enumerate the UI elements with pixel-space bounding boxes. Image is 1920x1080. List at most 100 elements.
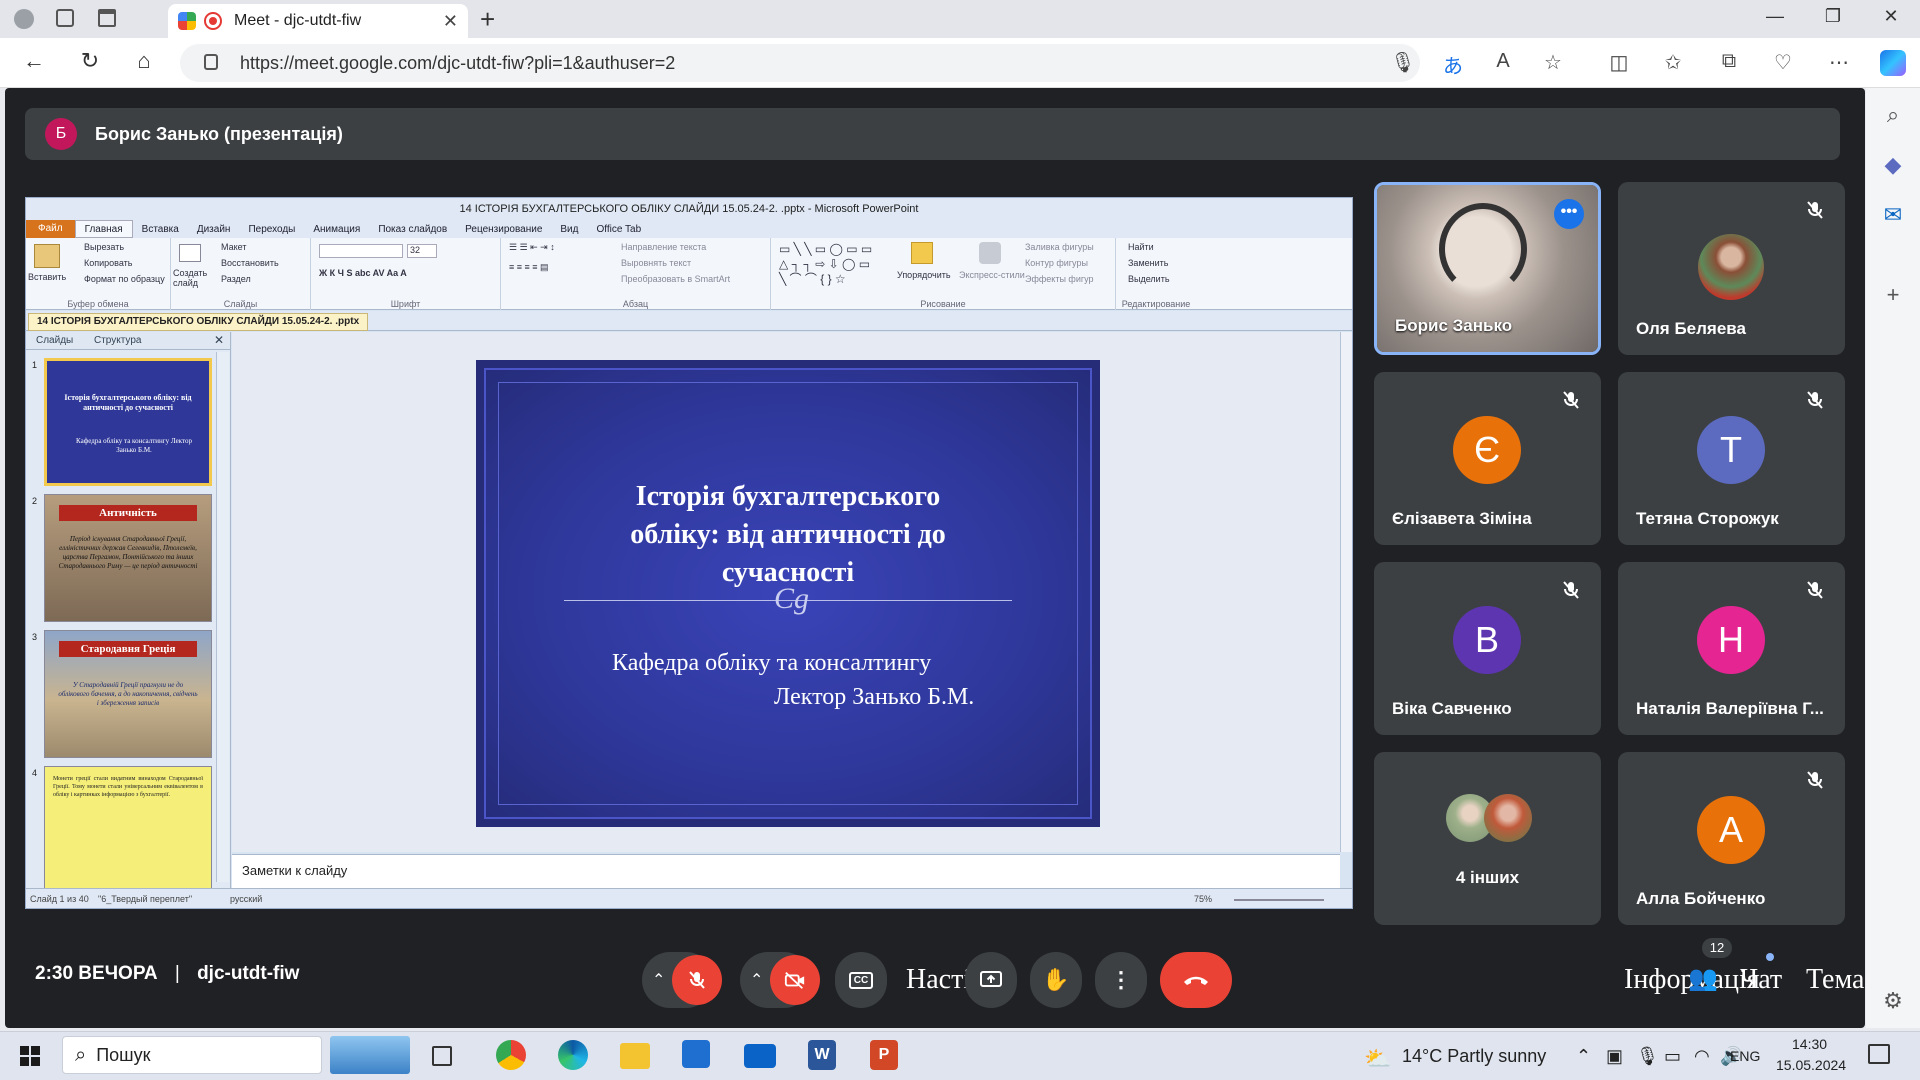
slide-scrollbar[interactable] [1340,332,1352,852]
participant-tile-boris[interactable]: ••• Борис Занько [1374,182,1601,355]
ppt-tab-home[interactable]: Главная [74,220,133,238]
ppt-tab-animation[interactable]: Анимация [304,224,369,235]
refresh-icon[interactable]: ↻ [72,48,108,74]
lock-icon[interactable] [204,54,218,70]
zoom-slider[interactable] [1234,899,1324,901]
workspaces-icon[interactable] [56,9,74,27]
split-screen-icon[interactable]: ◫ [1604,50,1634,75]
quick-styles-button[interactable]: Экспресс-стили [959,270,1025,280]
ppt-tab-design[interactable]: Дизайн [188,224,240,235]
thumb-scrollbar[interactable] [216,352,229,882]
status-language[interactable]: русский [230,894,262,904]
font-size-box[interactable]: 32 [407,244,437,258]
current-slide[interactable]: Історія бухгалтерського обліку: від анти… [476,360,1100,827]
task-view-icon[interactable] [432,1046,452,1066]
favorite-star-icon[interactable]: ☆ [1538,50,1568,75]
participant-tile-others[interactable]: 4 інших [1374,752,1601,925]
weather-text[interactable]: 14°C Partly sunny [1402,1046,1546,1067]
pane-tab-slides[interactable]: Слайды [36,335,73,346]
themes-button[interactable]: Тема [1806,964,1864,996]
notifications-icon[interactable] [1868,1044,1890,1064]
present-button[interactable] [965,952,1017,1008]
raise-hand-button[interactable]: ✋ [1030,952,1082,1008]
url-field[interactable]: https://meet.google.com/djc-utdt-fiw?pli… [180,44,1420,82]
participant-tile-tetiana[interactable]: Т Тетяна Сторожук [1618,372,1845,545]
read-aloud-icon[interactable]: A [1488,50,1518,73]
font-format-icons[interactable]: Ж К Ч S abc AV Aa A [319,268,407,278]
copilot-icon[interactable] [1880,50,1906,76]
new-tab-button[interactable]: + [480,4,495,35]
slide-thumbnail-2[interactable]: Античність Період існування Стародавньої… [44,494,212,622]
smartart-button[interactable]: Преобразовать в SmartArt [621,274,730,284]
ppt-document-tab[interactable]: 14 ІСТОРІЯ БУХГАЛТЕРСЬКОГО ОБЛІКУ СЛАЙДИ… [28,313,369,331]
ppt-tab-insert[interactable]: Вставка [133,224,188,235]
participant-tile-nataliia[interactable]: Н Наталія Валеріївна Г... [1618,562,1845,735]
chrome-icon[interactable] [496,1040,526,1070]
layout-button[interactable]: Макет [221,242,246,252]
edge-icon[interactable] [558,1040,588,1070]
select-button[interactable]: Выделить [1128,274,1170,284]
file-explorer-icon[interactable] [620,1043,650,1069]
meet-tray-icon[interactable]: ▣ [1606,1046,1623,1067]
favorites-icon[interactable]: ✩ [1658,50,1688,75]
close-tab-icon[interactable]: ✕ [443,11,458,32]
pane-tab-outline[interactable]: Структура [94,335,141,346]
tab-actions-icon[interactable] [98,9,116,27]
align-text-button[interactable]: Выровнять текст [621,258,691,268]
outlook-icon[interactable]: ✉ [1878,202,1908,228]
tab-meet[interactable]: Meet - djc-utdt-fiw ✕ [168,4,468,38]
ppt-tab-slideshow[interactable]: Показ слайдов [369,224,456,235]
back-icon[interactable]: ← [16,48,52,74]
windows-start-icon[interactable] [20,1046,40,1066]
shape-fill-button[interactable]: Заливка фигуры [1025,242,1094,252]
mic-toggle-button[interactable] [672,955,722,1005]
align-icons[interactable]: ≡ ≡ ≡ ≡ ▤ [509,262,549,273]
powerpoint-icon[interactable]: P [870,1040,898,1070]
shapes-gallery-icon[interactable]: ▭ ╲ ╲ ▭ ◯ ▭ ▭ △ ┐ ┐ ⇨ ⇩ ◯ ▭ ╲ ⌒ ⌒ { } ☆ [779,242,872,287]
ppt-tab-transitions[interactable]: Переходы [239,224,304,235]
section-button[interactable]: Раздел [221,274,251,284]
ppt-tab-review[interactable]: Рецензирование [456,224,551,235]
reset-button[interactable]: Восстановить [221,258,279,268]
paste-button[interactable]: Вставить [28,272,66,282]
paste-icon[interactable] [34,244,60,268]
browser-essentials-icon[interactable]: ♡ [1768,50,1798,75]
profile-icon[interactable] [14,9,34,29]
collections-icon[interactable]: ⧉ [1714,50,1744,73]
arrange-icon[interactable] [911,242,933,264]
close-window-button[interactable]: ✕ [1866,6,1916,27]
close-pane-icon[interactable]: ✕ [214,333,224,347]
arrange-button[interactable]: Упорядочить [897,270,951,280]
input-language[interactable]: ENG [1730,1048,1760,1064]
find-button[interactable]: Найти [1128,242,1154,252]
copilot-sidebar-icon[interactable]: ◆ [1878,152,1908,178]
wifi-icon[interactable]: ◠ [1694,1046,1710,1067]
maximize-button[interactable]: ❐ [1808,6,1858,27]
more-options-button[interactable]: ⋮ [1095,952,1147,1008]
leave-call-button[interactable] [1160,952,1232,1008]
add-sidebar-icon[interactable]: + [1878,282,1908,308]
participant-tile-vika[interactable]: В Віка Савченко [1374,562,1601,735]
list-icons[interactable]: ☰ ☰ ⇤ ⇥ ↕ [509,242,555,253]
microphone-icon[interactable]: 🎙 [1388,50,1418,75]
word-icon[interactable]: W [808,1040,836,1070]
store-icon[interactable] [682,1040,710,1068]
text-direction-button[interactable]: Направление текста [621,242,706,252]
slide-thumbnail-3[interactable]: Стародавня Греція У Стародавній Греції п… [44,630,212,758]
ppt-tab-view[interactable]: Вид [551,224,587,235]
chat-button[interactable]: Чат [1740,964,1782,996]
mail-icon[interactable] [744,1044,776,1068]
copy-button[interactable]: Копировать [84,258,132,268]
translate-icon[interactable]: あ [1438,50,1468,79]
shape-effects-button[interactable]: Эффекты фигур [1025,274,1094,284]
replace-button[interactable]: Заменить [1128,258,1168,268]
settings-gear-icon[interactable]: ⚙ [1878,988,1908,1014]
show-hidden-icons[interactable]: ⌃ [1576,1046,1591,1067]
microphone-tray-icon[interactable]: 🎙 [1636,1046,1659,1067]
people-icon[interactable]: 👥 [1688,964,1718,993]
format-painter-button[interactable]: Формат по образцу [84,274,165,284]
more-options-icon[interactable]: ••• [1554,199,1584,229]
new-slide-icon[interactable] [179,244,201,262]
new-slide-button[interactable]: Создать слайд [173,268,209,288]
quick-styles-icon[interactable] [979,242,1001,264]
